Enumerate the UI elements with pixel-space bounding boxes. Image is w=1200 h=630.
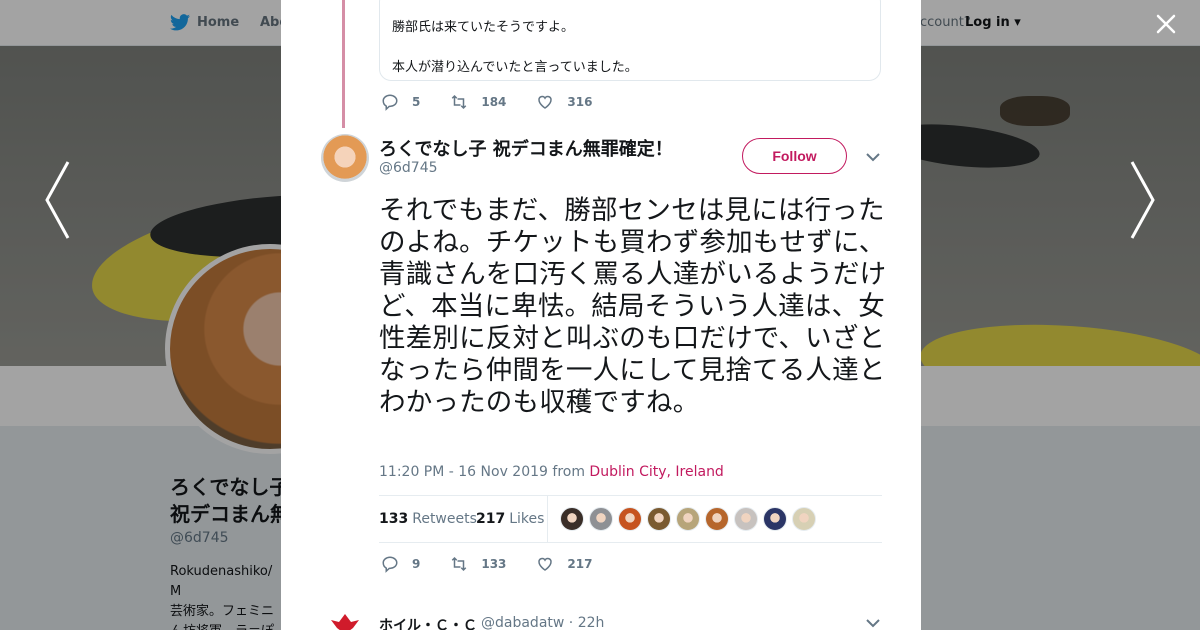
tweet-metadata: 11:20 PM - 16 Nov 2019 from Dublin City,… — [379, 464, 724, 480]
stats-divider — [547, 496, 548, 542]
likes-stat-count: 217 — [476, 511, 506, 527]
reply-count: 5 — [412, 95, 421, 109]
tweet-stats: 133 Retweets 217 Likes — [379, 495, 882, 543]
liker-avatar[interactable] — [676, 507, 700, 531]
reply-icon — [382, 556, 398, 573]
retweet-icon — [452, 556, 467, 572]
liker-avatar[interactable] — [647, 507, 671, 531]
retweet-button[interactable]: 184 — [450, 93, 506, 111]
retweets-stat-label: Retweets — [412, 511, 477, 527]
like-button[interactable]: 217 — [536, 555, 592, 573]
quoted-line-1: 勝部氏は来ていたそうですよ。 — [392, 20, 575, 35]
likes-stat-label: Likes — [509, 511, 545, 527]
close-icon[interactable] — [1156, 14, 1176, 34]
liker-avatar[interactable] — [763, 507, 787, 531]
retweet-icon — [452, 94, 467, 110]
retweets-stat-count: 133 — [379, 511, 409, 527]
likes-stat[interactable]: 217 Likes — [476, 511, 544, 527]
chevron-down-icon[interactable] — [866, 152, 880, 162]
reply-icon — [382, 94, 398, 111]
liker-avatars — [560, 507, 821, 531]
follow-button[interactable]: Follow — [742, 138, 847, 174]
reply-author-avatar-icon[interactable] — [331, 614, 359, 630]
previous-tweet-actions: 5 184 316 — [381, 92, 622, 112]
author-avatar[interactable] — [321, 134, 369, 182]
liker-avatar[interactable] — [560, 507, 584, 531]
liker-avatar[interactable] — [618, 507, 642, 531]
quoted-tweet[interactable]: 勝部氏は来ていたそうですよ。 本人が潜り込んでいたと言っていました。 — [379, 0, 881, 81]
next-arrow-icon[interactable] — [1130, 160, 1156, 240]
reply-author-name[interactable]: ホイル・Ｃ・Ｃ — [379, 615, 477, 630]
quoted-line-2: 本人が潜り込んでいたと言っていました。 — [392, 60, 638, 75]
like-button[interactable]: 316 — [536, 93, 592, 111]
retweet-count: 133 — [481, 557, 507, 571]
heart-icon — [538, 557, 553, 571]
liker-avatar[interactable] — [792, 507, 816, 531]
like-count: 217 — [567, 557, 593, 571]
tweet-actions: 9 133 217 — [381, 554, 622, 574]
retweet-count: 184 — [481, 95, 507, 109]
previous-arrow-icon[interactable] — [44, 160, 70, 240]
like-count: 316 — [567, 95, 593, 109]
tweet-location-link[interactable]: Dublin City, Ireland — [589, 464, 723, 480]
retweet-button[interactable]: 133 — [450, 555, 506, 573]
reply-count: 9 — [412, 557, 421, 571]
reply-author-handle-time[interactable]: @dabadatw · 22h — [481, 615, 604, 630]
tweet-timestamp[interactable]: 11:20 PM - 16 Nov 2019 from — [379, 464, 589, 480]
thread-line — [342, 0, 345, 128]
liker-avatar[interactable] — [734, 507, 758, 531]
chevron-down-icon[interactable] — [866, 618, 880, 628]
tweet-permalink-modal: 勝部氏は来ていたそうですよ。 本人が潜り込んでいたと言っていました。 5 184… — [281, 0, 921, 630]
retweets-stat[interactable]: 133 Retweets — [379, 511, 477, 527]
reply-button[interactable]: 9 — [381, 555, 420, 573]
heart-icon — [538, 95, 553, 109]
author-name[interactable]: ろくでなし子 祝デコまん無罪確定！ — [379, 135, 673, 161]
reply-button[interactable]: 5 — [381, 93, 420, 111]
liker-avatar[interactable] — [589, 507, 613, 531]
tweet-text: それでもまだ、勝部センセは見には行ったのよね。チケットも買わず参加もせずに、青識… — [379, 195, 887, 418]
author-handle[interactable]: @6d745 — [379, 160, 438, 176]
liker-avatar[interactable] — [705, 507, 729, 531]
